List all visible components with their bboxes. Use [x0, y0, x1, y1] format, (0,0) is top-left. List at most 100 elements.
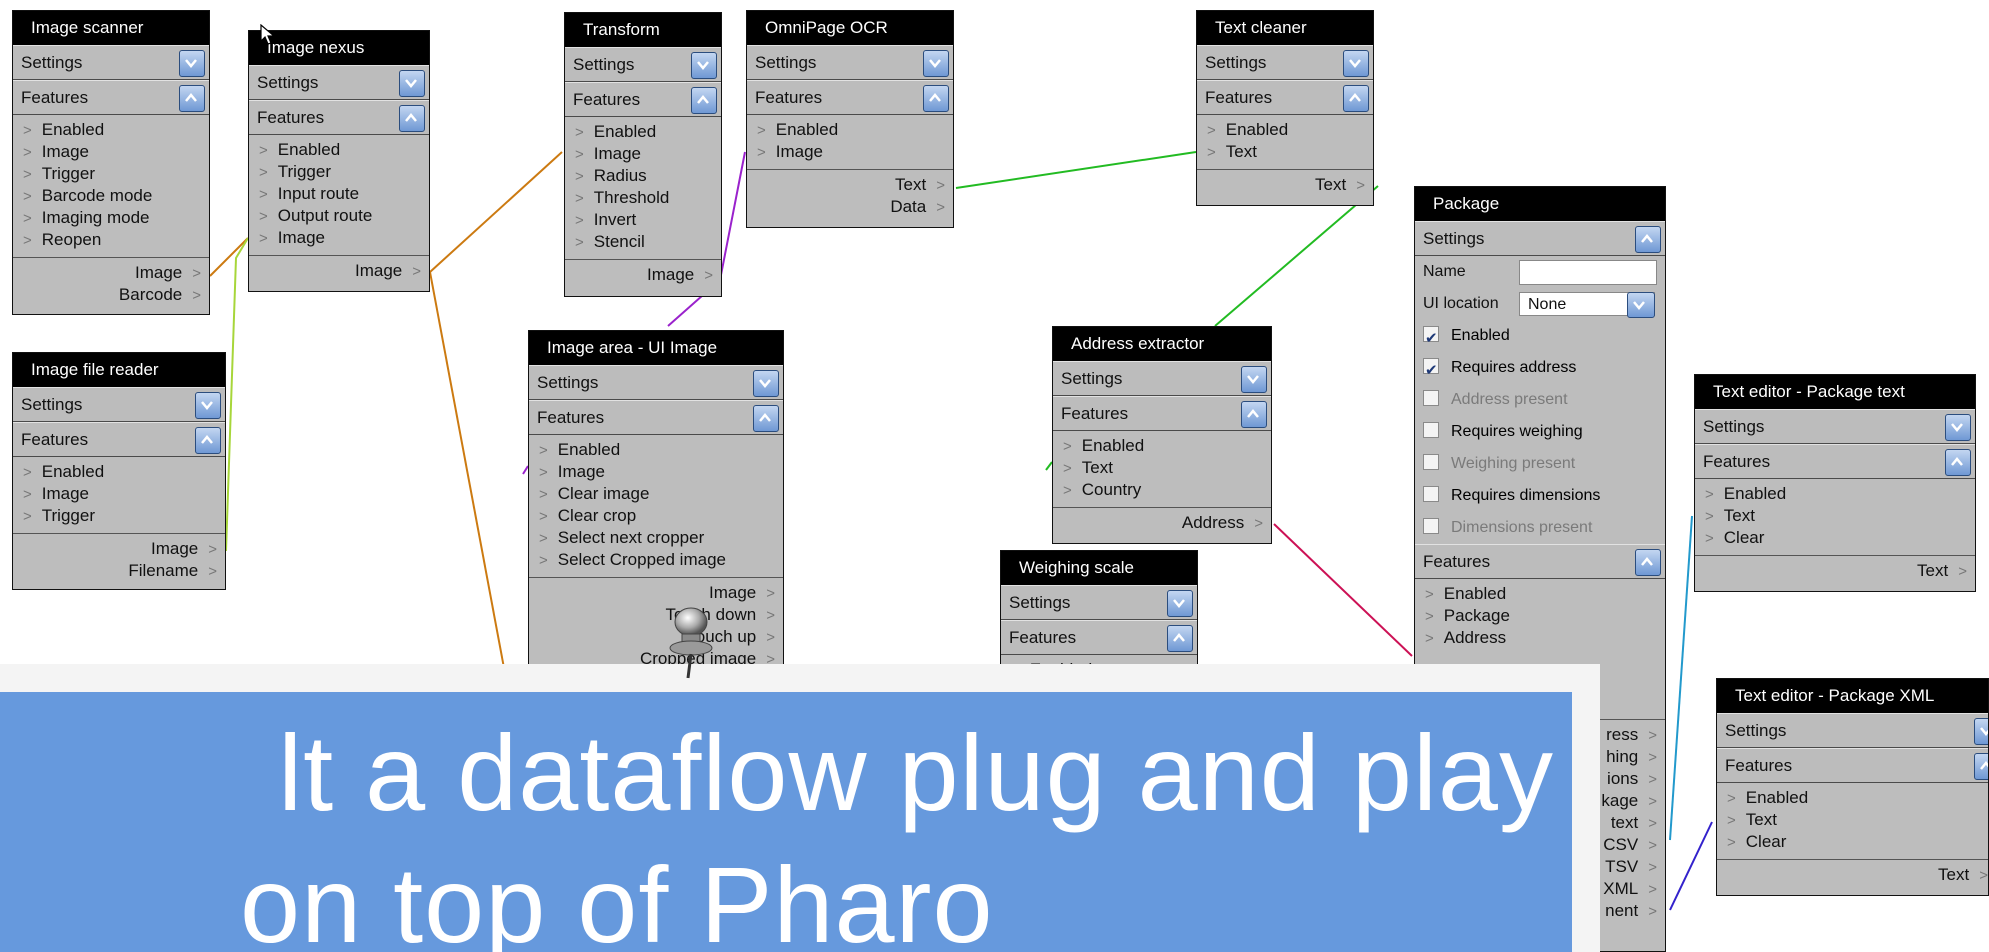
chevron-down-icon[interactable]: [1627, 292, 1655, 318]
input-port[interactable]: > Text: [1717, 809, 1988, 831]
input-port[interactable]: > Enabled: [747, 119, 953, 141]
settings-section[interactable]: Settings: [1053, 361, 1271, 396]
settings-section[interactable]: Settings: [529, 365, 783, 400]
node-title[interactable]: Text editor - Package XML: [1717, 679, 1988, 713]
node-text-editor-package-xml[interactable]: Text editor - Package XML Settings Featu…: [1716, 678, 1989, 896]
node-title[interactable]: Package: [1415, 187, 1665, 221]
output-port[interactable]: Filename >: [13, 560, 225, 582]
wire-cleaner-to-extractor[interactable]: [1214, 185, 1379, 327]
node-title[interactable]: Text cleaner: [1197, 11, 1373, 45]
input-port[interactable]: > Select Cropped image: [529, 549, 783, 571]
input-port[interactable]: > Imaging mode: [13, 207, 209, 229]
input-port[interactable]: > Image: [249, 227, 429, 249]
node-title[interactable]: Image scanner: [13, 11, 209, 45]
features-section[interactable]: Features: [13, 80, 209, 115]
input-port[interactable]: > Address: [1415, 627, 1665, 649]
wire-package-to-xmleditor[interactable]: [1669, 821, 1713, 911]
settings-section[interactable]: Settings: [13, 45, 209, 80]
output-port[interactable]: Barcode >: [13, 284, 209, 306]
settings-section[interactable]: Settings: [249, 65, 429, 100]
wire-extractor-to-package[interactable]: [1273, 523, 1413, 657]
output-port[interactable]: Touch up >: [529, 626, 783, 648]
input-port[interactable]: > Image: [529, 461, 783, 483]
input-port[interactable]: > Text: [1695, 505, 1975, 527]
input-port[interactable]: > Clear: [1695, 527, 1975, 549]
node-image-nexus[interactable]: Image nexus Settings Features > Enabled >…: [248, 30, 430, 292]
output-port[interactable]: Text >: [1197, 174, 1373, 196]
checkbox-box[interactable]: [1423, 421, 1439, 438]
chevron-down-icon[interactable]: [753, 370, 779, 397]
output-port[interactable]: Address >: [1053, 512, 1271, 534]
chevron-down-icon[interactable]: [179, 50, 205, 77]
input-port[interactable]: > Image: [13, 483, 225, 505]
chevron-down-icon[interactable]: [1343, 50, 1369, 77]
features-section[interactable]: Features: [1415, 544, 1665, 579]
output-port[interactable]: Text >: [1695, 560, 1975, 582]
input-port[interactable]: > Output route: [249, 205, 429, 227]
ui-location-select[interactable]: None: [1519, 292, 1655, 318]
input-port[interactable]: > Stencil: [565, 231, 721, 253]
input-port[interactable]: > Enabled: [13, 119, 209, 141]
input-port[interactable]: > Enabled: [1695, 483, 1975, 505]
chevron-up-icon[interactable]: [179, 85, 205, 112]
node-address-extractor[interactable]: Address extractor Settings Features > Ena…: [1052, 326, 1272, 544]
chevron-down-icon[interactable]: [1945, 414, 1971, 441]
chevron-up-icon[interactable]: [1241, 401, 1267, 428]
features-section[interactable]: Features: [1717, 748, 1988, 783]
wire-filereader-to-nexus[interactable]: [225, 237, 249, 552]
checkbox-enabled[interactable]: Enabled: [1415, 320, 1665, 355]
output-port[interactable]: Data >: [747, 196, 953, 218]
checkbox-box[interactable]: [1423, 485, 1439, 502]
input-port[interactable]: > Text: [1053, 457, 1271, 479]
features-section[interactable]: Features: [529, 400, 783, 435]
features-section[interactable]: Features: [249, 100, 429, 135]
chevron-down-icon[interactable]: [195, 392, 221, 419]
wire-ocr-to-cleaner[interactable]: [955, 151, 1197, 189]
input-port[interactable]: > Clear image: [529, 483, 783, 505]
output-port[interactable]: Image >: [565, 264, 721, 286]
input-port[interactable]: > Barcode mode: [13, 185, 209, 207]
chevron-down-icon[interactable]: [1241, 366, 1267, 393]
chevron-up-icon[interactable]: [923, 85, 949, 112]
input-port[interactable]: > Enabled: [565, 121, 721, 143]
settings-section[interactable]: Settings: [747, 45, 953, 80]
chevron-up-icon[interactable]: [195, 427, 221, 454]
node-title[interactable]: Transform: [565, 13, 721, 47]
input-port[interactable]: > Clear: [1717, 831, 1988, 853]
checkbox-requires-dimensions[interactable]: Requires dimensions: [1415, 480, 1665, 512]
node-image-scanner[interactable]: Image scanner Settings Features > Enabled…: [12, 10, 210, 315]
chevron-up-icon[interactable]: [753, 405, 779, 432]
wire-scanner-to-nexus[interactable]: [209, 237, 249, 277]
output-port[interactable]: Image >: [13, 262, 209, 284]
output-port[interactable]: Image >: [529, 582, 783, 604]
features-section[interactable]: Features: [565, 82, 721, 117]
chevron-down-icon[interactable]: [399, 70, 425, 97]
settings-section[interactable]: Settings: [1415, 221, 1665, 256]
settings-section[interactable]: Settings: [1695, 409, 1975, 444]
output-port[interactable]: Touch down >: [529, 604, 783, 626]
wire-package-to-texteditor[interactable]: [1669, 515, 1693, 841]
chevron-up-icon[interactable]: [1974, 753, 1988, 780]
node-omnipage-ocr[interactable]: OmniPage OCR Settings Features > Enabled …: [746, 10, 954, 228]
wire-nexus-to-transform[interactable]: [429, 151, 563, 273]
input-port[interactable]: > Reopen: [13, 229, 209, 251]
input-port[interactable]: > Trigger: [13, 163, 209, 185]
input-port[interactable]: > Trigger: [13, 505, 225, 527]
settings-section[interactable]: Settings: [13, 387, 225, 422]
chevron-down-icon[interactable]: [1974, 718, 1988, 745]
settings-section[interactable]: Settings: [1001, 585, 1197, 620]
name-input[interactable]: [1519, 260, 1657, 285]
input-port[interactable]: > Clear crop: [529, 505, 783, 527]
input-port[interactable]: > Select next cropper: [529, 527, 783, 549]
input-port[interactable]: > Trigger: [249, 161, 429, 183]
input-port[interactable]: > Text: [1197, 141, 1373, 163]
chevron-down-icon[interactable]: [1167, 590, 1193, 617]
node-title[interactable]: Image nexus: [249, 31, 429, 65]
input-port[interactable]: > Image: [13, 141, 209, 163]
settings-section[interactable]: Settings: [1717, 713, 1988, 748]
node-image-area[interactable]: Image area - UI Image Settings Features …: [528, 330, 784, 675]
input-port[interactable]: > Image: [565, 143, 721, 165]
node-text-cleaner[interactable]: Text cleaner Settings Features > Enabled …: [1196, 10, 1374, 206]
features-section[interactable]: Features: [1695, 444, 1975, 479]
checkbox-box[interactable]: [1423, 323, 1439, 355]
